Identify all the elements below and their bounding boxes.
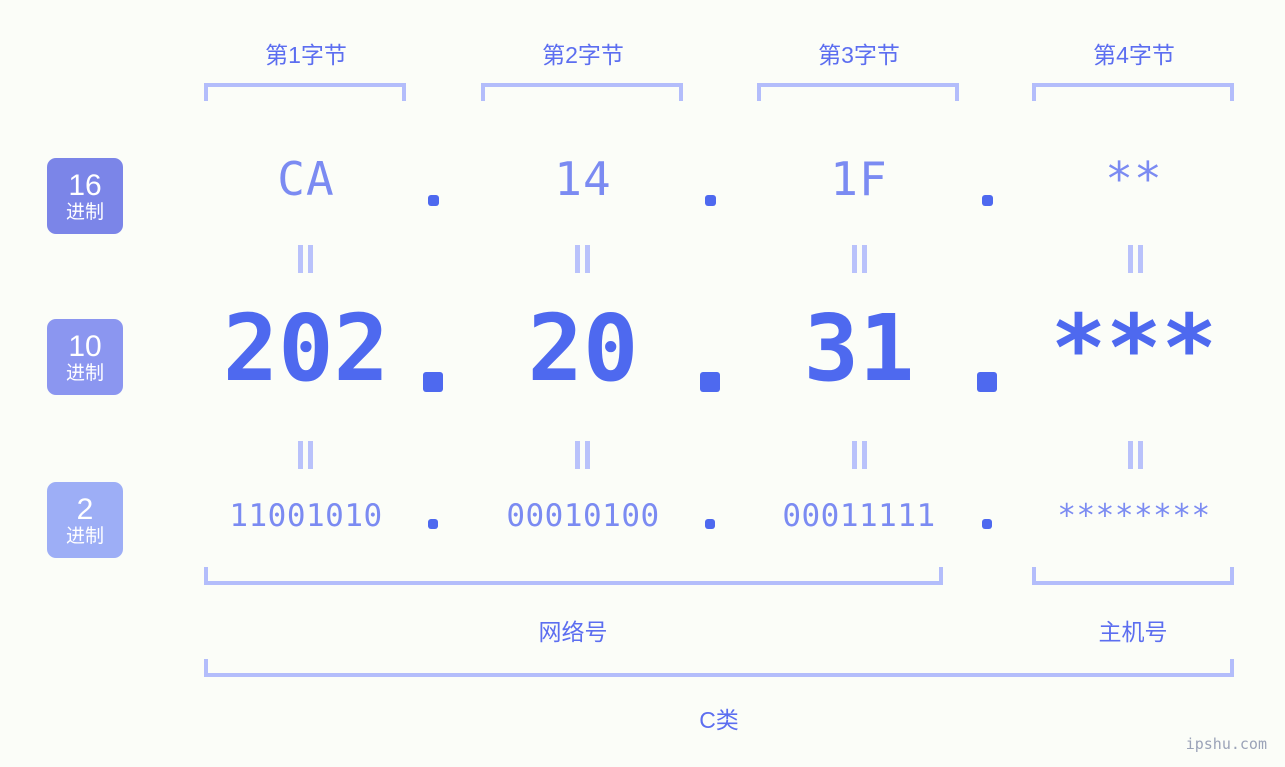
network-bracket: [204, 567, 943, 585]
byte-bracket-4: [1032, 83, 1234, 101]
hex-separator-dot-3: [982, 195, 993, 206]
base-badge-hex: 16 进制: [47, 158, 123, 234]
class-section-label: C类: [599, 701, 839, 735]
decimal-octet-1: 202: [222, 295, 390, 402]
binary-octet-4: ********: [1057, 498, 1211, 534]
binary-octet-1: 11001010: [229, 498, 383, 534]
hex-separator-dot-1: [428, 195, 439, 206]
byte-header-3: 第3字节: [739, 36, 979, 70]
binary-octet-2: 00010100: [506, 498, 660, 534]
base-badge-suffix: 进制: [65, 362, 104, 384]
hex-octet-2: 14: [554, 152, 612, 206]
binary-separator-dot-3: [982, 519, 992, 529]
decimal-separator-dot-2: [700, 372, 720, 392]
base-badge-binary: 2 进制: [47, 482, 123, 558]
byte-bracket-1: [204, 83, 406, 101]
host-label-text: 主机号: [1098, 619, 1168, 645]
decimal-octet-2: 20: [527, 295, 639, 402]
byte-header-4: 第4字节: [1014, 36, 1254, 70]
base-badge-number: 2: [76, 492, 94, 526]
decimal-separator-dot-1: [423, 372, 443, 392]
byte-header-label: 第2字节: [542, 42, 624, 68]
hex-octet-4: **: [1105, 152, 1163, 206]
equals-icon-dec-bin-2: [573, 441, 592, 469]
decimal-octet-3: 31: [803, 295, 915, 402]
equals-icon-dec-bin-3: [850, 441, 869, 469]
network-section-label: 网络号: [453, 613, 693, 647]
byte-header-1: 第1字节: [186, 36, 426, 70]
host-section-label: 主机号: [1013, 613, 1253, 647]
binary-separator-dot-1: [428, 519, 438, 529]
hex-separator-dot-2: [705, 195, 716, 206]
watermark: ipshu.com: [1185, 735, 1267, 753]
decimal-octet-4: ***: [1050, 295, 1218, 402]
equals-icon-hex-dec-2: [573, 245, 592, 273]
class-bracket: [204, 659, 1234, 677]
equals-icon-dec-bin-1: [296, 441, 315, 469]
class-label-text: C类: [699, 707, 739, 733]
byte-header-2: 第2字节: [463, 36, 703, 70]
byte-header-label: 第3字节: [818, 42, 900, 68]
binary-octet-3: 00011111: [782, 498, 936, 534]
equals-icon-hex-dec-3: [850, 245, 869, 273]
base-badge-number: 10: [68, 329, 102, 363]
byte-bracket-2: [481, 83, 683, 101]
base-badge-suffix: 进制: [65, 525, 104, 547]
byte-header-label: 第1字节: [265, 42, 347, 68]
base-badge-number: 16: [68, 168, 102, 202]
base-badge-suffix: 进制: [65, 201, 104, 223]
base-badge-decimal: 10 进制: [47, 319, 123, 395]
equals-icon-hex-dec-1: [296, 245, 315, 273]
network-label-text: 网络号: [538, 619, 608, 645]
binary-separator-dot-2: [705, 519, 715, 529]
ip-breakdown-diagram: 第1字节 第2字节 第3字节 第4字节 16 进制 10 进制 2 进制 CA …: [0, 0, 1285, 767]
byte-header-label: 第4字节: [1093, 42, 1175, 68]
equals-icon-hex-dec-4: [1126, 245, 1145, 273]
hex-octet-3: 1F: [830, 152, 888, 206]
decimal-separator-dot-3: [977, 372, 997, 392]
host-bracket: [1032, 567, 1234, 585]
hex-octet-1: CA: [277, 152, 335, 206]
byte-bracket-3: [757, 83, 959, 101]
equals-icon-dec-bin-4: [1126, 441, 1145, 469]
